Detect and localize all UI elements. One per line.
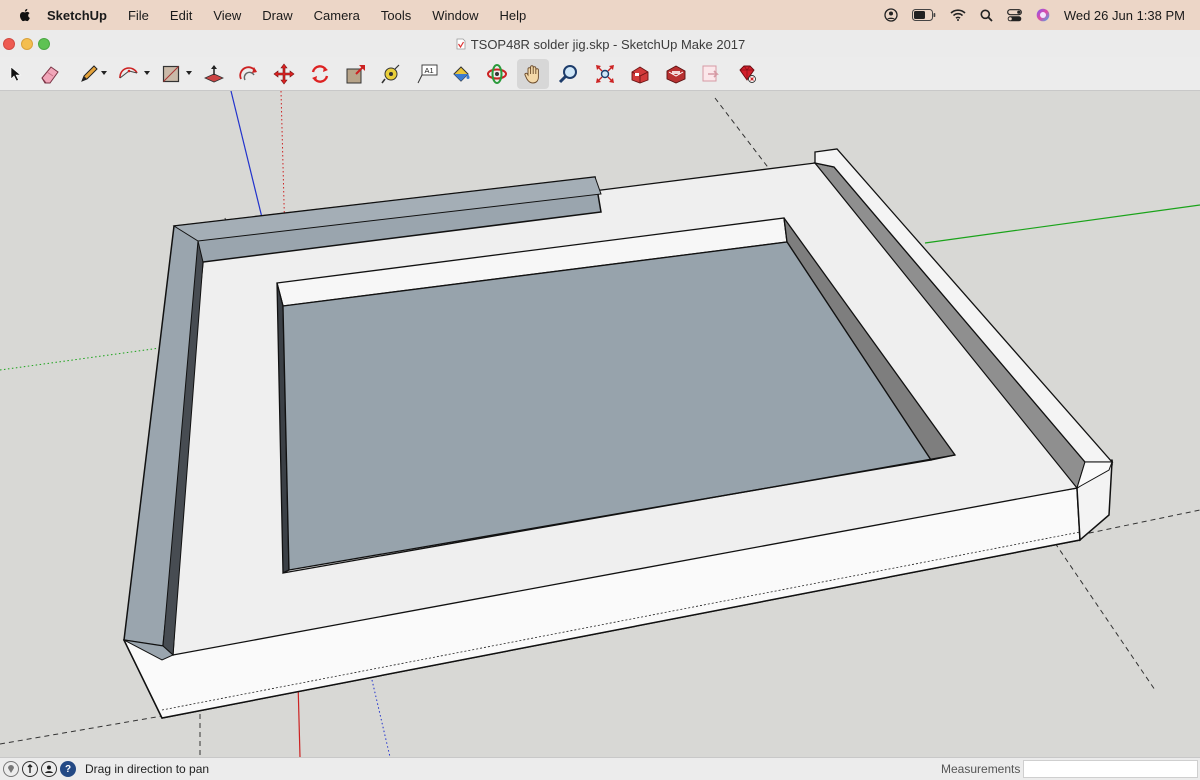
red-axis — [297, 681, 301, 757]
status-bar: ? Drag in direction to pan Measurements — [0, 757, 1200, 780]
paint-bucket-tool-button[interactable] — [445, 59, 477, 89]
green-axis-dotted-back — [0, 347, 161, 371]
menu-file[interactable]: File — [128, 8, 149, 23]
siri-icon[interactable] — [1036, 8, 1050, 22]
move-tool-button[interactable] — [268, 59, 300, 89]
text-tool-button[interactable]: A1 — [411, 59, 443, 89]
arc-icon — [119, 67, 138, 79]
tape-measure-tool-button[interactable] — [375, 59, 407, 89]
rotate-icon — [311, 65, 329, 83]
push-pull-icon — [204, 65, 224, 83]
zoom-extents-icon — [596, 65, 614, 83]
window-title: TSOP48R solder jig.skp - SketchUp Make 2… — [0, 37, 1200, 52]
extension-warehouse-icon — [666, 65, 686, 84]
help-icon[interactable]: ? — [60, 761, 76, 777]
guide-line — [0, 715, 163, 745]
magnifier-icon — [558, 65, 577, 84]
scale-tool-button[interactable] — [340, 59, 372, 89]
measurements-label: Measurements — [941, 762, 1021, 776]
guide-line — [714, 97, 771, 171]
shape-tool-dropdown-caret[interactable] — [186, 71, 192, 75]
hand-pan-icon — [524, 65, 539, 84]
battery-icon[interactable] — [911, 9, 936, 21]
offset-icon — [239, 66, 257, 81]
window-title-bar: TSOP48R solder jig.skp - SketchUp Make 2… — [0, 30, 1200, 57]
model-viewport-canvas[interactable] — [0, 91, 1200, 757]
text-tool-label: A1 — [425, 66, 434, 75]
measurements-input[interactable] — [1023, 760, 1198, 778]
menu-camera[interactable]: Camera — [314, 8, 360, 23]
model-scene — [0, 91, 1200, 757]
pencil-icon — [81, 65, 98, 82]
orbit-tool-button[interactable] — [481, 59, 513, 89]
pan-tool-button[interactable] — [517, 59, 549, 89]
push-pull-tool-button[interactable] — [198, 59, 230, 89]
blue-axis-dotted-below — [371, 679, 391, 757]
document-icon — [456, 38, 466, 50]
geo-location-icon[interactable] — [3, 761, 19, 777]
guide-line — [1054, 542, 1156, 691]
scale-icon — [346, 65, 365, 84]
extension-manager-tool-button[interactable] — [731, 59, 763, 89]
wifi-icon[interactable] — [950, 9, 966, 21]
menu-draw[interactable]: Draw — [262, 8, 292, 23]
window-title-text: TSOP48R solder jig.skp - SketchUp Make 2… — [470, 37, 746, 52]
menu-edit[interactable]: Edit — [170, 8, 192, 23]
orbit-icon — [487, 64, 507, 84]
text-label-icon: A1 — [417, 64, 438, 84]
select-tool-button[interactable] — [0, 59, 32, 89]
green-axis — [924, 204, 1200, 244]
zoom-extents-tool-button[interactable] — [589, 59, 621, 89]
status-message: Drag in direction to pan — [85, 762, 210, 776]
large-tool-set-toolbar: A1 — [0, 57, 1200, 91]
ruby-gem-icon — [739, 65, 756, 83]
shape-tool-button[interactable] — [155, 59, 187, 89]
offset-tool-button[interactable] — [233, 59, 265, 89]
user-account-icon[interactable] — [884, 8, 898, 22]
menu-tools[interactable]: Tools — [381, 8, 411, 23]
extension-warehouse-tool-button[interactable] — [660, 59, 692, 89]
tape-measure-icon — [381, 64, 400, 84]
control-center-icon[interactable] — [1006, 8, 1022, 22]
menubar-clock[interactable]: Wed 26 Jun 1:38 PM — [1064, 8, 1185, 23]
menu-view[interactable]: View — [213, 8, 241, 23]
layout-send-tool-button[interactable] — [695, 59, 727, 89]
move-arrows-icon — [273, 63, 295, 85]
zoom-tool-button[interactable] — [553, 59, 585, 89]
arc-tool-dropdown-caret[interactable] — [144, 71, 150, 75]
3d-warehouse-tool-button[interactable] — [624, 59, 656, 89]
rotate-tool-button[interactable] — [304, 59, 336, 89]
menu-window[interactable]: Window — [432, 8, 478, 23]
rectangle-icon — [162, 65, 180, 83]
menu-app-name[interactable]: SketchUp — [47, 8, 107, 23]
warehouse-icon — [631, 66, 649, 84]
user-icon[interactable] — [41, 761, 57, 777]
eraser-icon — [41, 66, 59, 84]
arc-tool-button[interactable] — [113, 59, 145, 89]
paint-bucket-icon — [453, 66, 470, 82]
macos-menu-bar: SketchUp File Edit View Draw Camera Tool… — [0, 0, 1200, 30]
apple-logo-icon[interactable] — [17, 7, 33, 23]
line-tool-dropdown-caret[interactable] — [101, 71, 107, 75]
credits-icon[interactable] — [22, 761, 38, 777]
menu-help[interactable]: Help — [499, 8, 526, 23]
spotlight-search-icon[interactable] — [980, 9, 993, 22]
layout-send-icon — [702, 65, 719, 82]
eraser-tool-button[interactable] — [34, 59, 66, 89]
arrow-cursor-icon — [10, 66, 22, 82]
